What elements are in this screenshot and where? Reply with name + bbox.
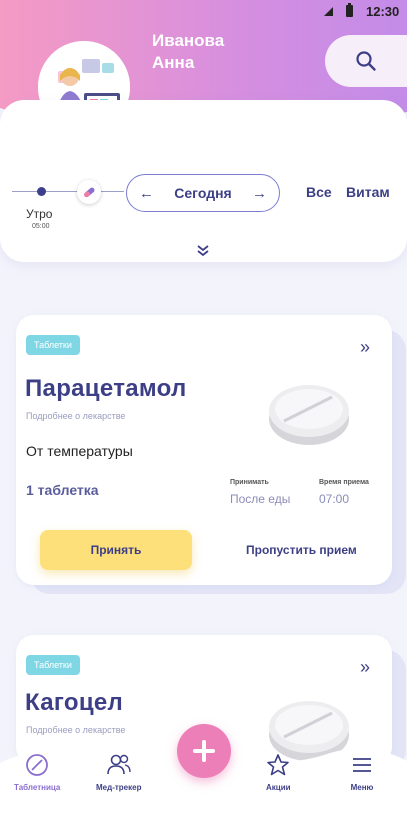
search-icon (356, 51, 376, 71)
medication-details-link[interactable]: Подробнее о лекарстве (26, 411, 125, 421)
medication-card[interactable]: Таблетки » Парацетамол Подробнее о лекар… (16, 315, 392, 585)
capsule-icon (84, 187, 95, 198)
nav-item-med-tracker[interactable]: Мед-трекер (96, 753, 141, 792)
take-time-label: Время приема (319, 479, 369, 486)
nav-label-med-tracker: Мед-трекер (96, 783, 142, 792)
nav-item-menu[interactable]: Меню (350, 753, 374, 792)
user-first-name: Анна (152, 53, 195, 72)
user-name[interactable]: Иванова Анна (152, 30, 224, 74)
category-badge: Таблетки (26, 655, 80, 675)
status-time: 12:30 (366, 4, 400, 19)
medication-details-link[interactable]: Подробнее о лекарстве (26, 725, 125, 735)
users-icon (106, 754, 131, 775)
timeline-current-dot[interactable] (37, 187, 46, 196)
card-more-chevrons-icon[interactable]: » (360, 337, 370, 358)
pill-slash-icon (26, 754, 49, 776)
next-day-arrow-icon[interactable]: → (252, 185, 267, 202)
star-icon (267, 754, 290, 776)
user-last-name: Иванова (152, 31, 225, 50)
timeline-line (12, 191, 124, 192)
medication-name: Кагоцел (25, 689, 124, 716)
plus-icon (193, 740, 215, 762)
signal-icon (324, 7, 333, 16)
battery-icon (346, 3, 353, 17)
prev-day-arrow-icon[interactable]: ← (139, 185, 154, 202)
date-label[interactable]: Сегодня (174, 185, 231, 201)
nav-item-pillbox[interactable]: Таблетница (14, 753, 60, 792)
menu-icon (353, 758, 371, 772)
filter-all[interactable]: Все (306, 184, 332, 200)
expand-chevrons-icon[interactable] (195, 244, 211, 258)
nav-label-promotions: Акции (266, 783, 291, 792)
accept-button[interactable]: Принять (40, 530, 192, 570)
timeline-slot-label: Утро (26, 207, 53, 221)
status-bar: 12:30 (0, 0, 407, 24)
search-button[interactable] (325, 35, 407, 87)
filter-vitamins[interactable]: Витам (346, 184, 390, 200)
medication-dose: 1 таблетка (26, 482, 99, 498)
medication-purpose: От температуры (26, 443, 133, 459)
nav-item-promotions[interactable]: Акции (266, 753, 291, 792)
medication-name: Парацетамол (25, 375, 187, 402)
card-more-chevrons-icon[interactable]: » (360, 657, 370, 678)
nav-label-menu: Меню (350, 783, 374, 792)
take-time-value: 07:00 (319, 492, 350, 506)
timeline-slot-time: 05:00 (32, 223, 50, 230)
take-when-value: После еды (230, 492, 291, 506)
add-medication-button[interactable] (177, 724, 231, 778)
category-badge: Таблетки (26, 335, 80, 355)
take-when-label: Принимать (230, 479, 269, 486)
skip-dose-button[interactable]: Пропустить прием (246, 543, 357, 557)
timeline-pill-marker[interactable] (77, 180, 101, 204)
tablet-image (269, 385, 349, 445)
date-navigator: ← Сегодня → (126, 174, 280, 212)
nav-label-pillbox: Таблетница (14, 783, 61, 792)
